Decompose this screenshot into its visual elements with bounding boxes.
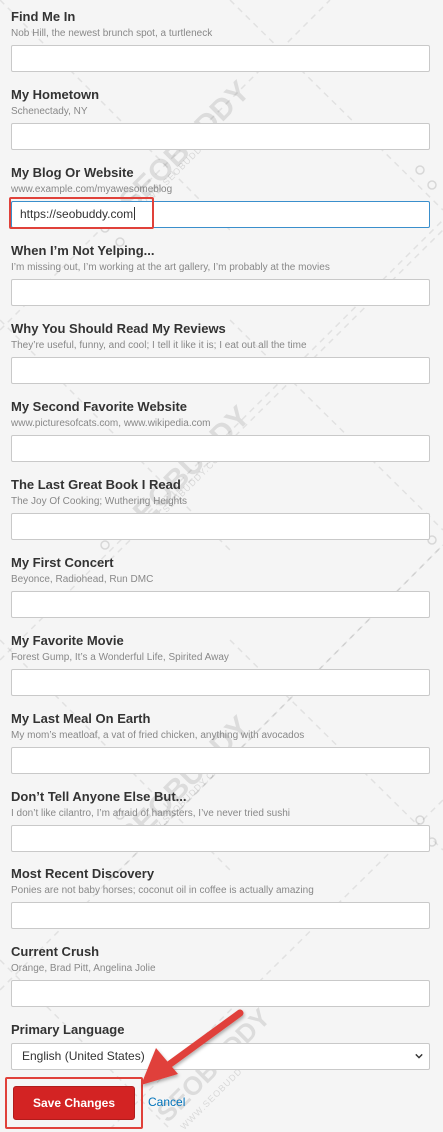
my-hometown-input[interactable] <box>11 123 430 150</box>
field-last-great-book: The Last Great Book I Read The Joy Of Co… <box>11 477 430 540</box>
field-when-not-yelping: When I’m Not Yelping... I’m missing out,… <box>11 243 430 306</box>
dont-tell-anyone-input[interactable] <box>11 825 430 852</box>
field-hint: The Joy Of Cooking; Wuthering Heights <box>11 496 188 507</box>
current-crush-input[interactable] <box>11 980 430 1007</box>
field-hint: I’m missing out, I’m working at the art … <box>11 262 330 273</box>
field-hint: Beyonce, Radiohead, Run DMC <box>11 574 154 585</box>
last-great-book-input[interactable] <box>11 513 430 540</box>
field-hint: Ponies are not baby horses; coconut oil … <box>11 885 314 896</box>
field-label: My Last Meal On Earth <box>11 711 151 726</box>
field-hint: I don’t like cilantro, I’m afraid of ham… <box>11 808 291 819</box>
field-find-me-in: Find Me In Nob Hill, the newest brunch s… <box>11 9 430 72</box>
field-most-recent-discovery: Most Recent Discovery Ponies are not bab… <box>11 866 430 929</box>
favorite-movie-input[interactable] <box>11 669 430 696</box>
field-hint: www.example.com/myawesomeblog <box>11 184 173 195</box>
field-hint: Schenectady, NY <box>11 106 88 117</box>
field-label: When I’m Not Yelping... <box>11 243 155 258</box>
field-hint: www.picturesofcats.com, www.wikipedia.co… <box>11 418 211 429</box>
field-label: Don’t Tell Anyone Else But... <box>11 789 187 804</box>
first-concert-input[interactable] <box>11 591 430 618</box>
field-why-read-reviews: Why You Should Read My Reviews They’re u… <box>11 321 430 384</box>
highlight-box <box>5 1077 143 1129</box>
chevron-down-icon <box>415 1053 423 1059</box>
field-dont-tell-anyone: Don’t Tell Anyone Else But... I don’t li… <box>11 789 430 852</box>
select-value: English (United States) <box>22 1049 145 1063</box>
field-primary-language: Primary Language <box>11 1022 430 1038</box>
find-me-in-input[interactable] <box>11 45 430 72</box>
why-read-reviews-input[interactable] <box>11 357 430 384</box>
field-second-favorite-website: My Second Favorite Website www.pictureso… <box>11 399 430 462</box>
field-hint: My mom’s meatloaf, a vat of fried chicke… <box>11 730 305 741</box>
highlight-box <box>9 197 154 229</box>
field-label: My Blog Or Website <box>11 165 134 180</box>
when-not-yelping-input[interactable] <box>11 279 430 306</box>
field-label: My Favorite Movie <box>11 633 124 648</box>
field-label: Most Recent Discovery <box>11 866 155 881</box>
field-my-blog-or-website: My Blog Or Website www.example.com/myawe… <box>11 165 430 228</box>
field-label: Current Crush <box>11 944 100 959</box>
field-hint: Orange, Brad Pitt, Angelina Jolie <box>11 963 156 974</box>
field-label: The Last Great Book I Read <box>11 477 181 492</box>
cancel-link[interactable]: Cancel <box>148 1095 185 1109</box>
field-favorite-movie: My Favorite Movie Forest Gump, It’s a Wo… <box>11 633 430 696</box>
field-label: Primary Language <box>11 1022 125 1037</box>
field-label: My First Concert <box>11 555 114 570</box>
field-last-meal: My Last Meal On Earth My mom’s meatloaf,… <box>11 711 430 774</box>
field-my-hometown: My Hometown Schenectady, NY <box>11 87 430 150</box>
field-hint: Forest Gump, It’s a Wonderful Life, Spir… <box>11 652 229 663</box>
last-meal-input[interactable] <box>11 747 430 774</box>
field-hint: Nob Hill, the newest brunch spot, a turt… <box>11 28 213 39</box>
field-label: My Second Favorite Website <box>11 399 188 414</box>
most-recent-discovery-input[interactable] <box>11 902 430 929</box>
second-favorite-website-input[interactable] <box>11 435 430 462</box>
field-label: Find Me In <box>11 9 76 24</box>
field-first-concert: My First Concert Beyonce, Radiohead, Run… <box>11 555 430 618</box>
primary-language-select[interactable]: English (United States) <box>11 1043 430 1070</box>
field-label: Why You Should Read My Reviews <box>11 321 226 336</box>
field-hint: They’re useful, funny, and cool; I tell … <box>11 340 307 351</box>
field-label: My Hometown <box>11 87 100 102</box>
field-current-crush: Current Crush Orange, Brad Pitt, Angelin… <box>11 944 430 1007</box>
